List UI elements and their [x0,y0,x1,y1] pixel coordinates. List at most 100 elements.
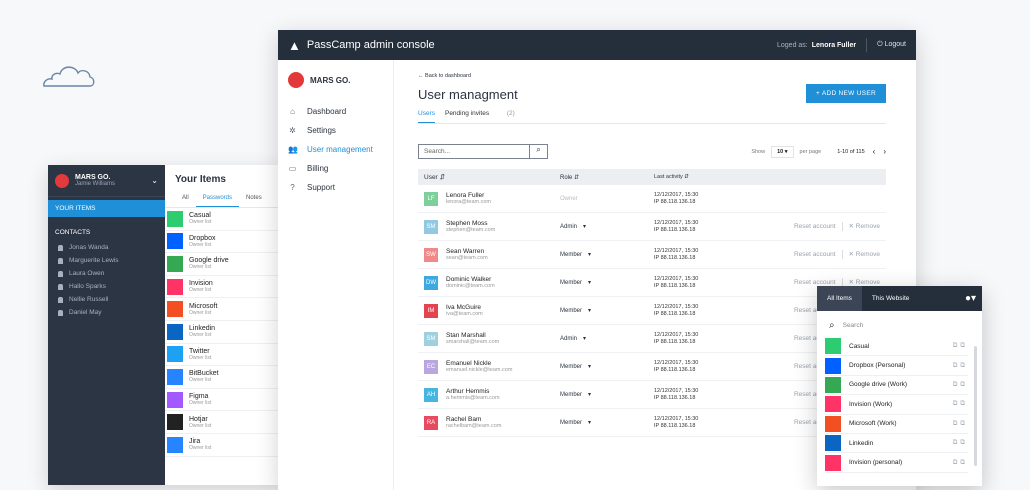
item-owner: Owner list [189,422,212,429]
console-sidebar: MARS GO. ⌂ Dashboard ✲ Settings 👥 User manage… [278,60,394,490]
caret-down-icon: ▾ [583,224,587,230]
contact-item[interactable]: Marguerite Lewis [48,254,165,267]
contact-item[interactable]: Hallo Sparks [48,280,165,293]
list-item[interactable]: Dropbox (Personal) ⧉⧉ [825,356,968,376]
contact-item[interactable]: Jonas Wanda [48,241,165,254]
copy-icons[interactable]: ⧉⧉ [953,420,968,428]
activity-cell: 12/12/2017, 15:30 IP 88.118.136.18 [654,276,784,290]
account-icon[interactable]: ●▾ [965,293,982,304]
contact-item[interactable]: Daniel May [48,306,165,319]
list-item[interactable]: Hotjar Owner list [165,411,283,434]
per-page-select[interactable]: 10 ▾ [771,145,794,158]
org-switcher[interactable]: MARS GO. Jamie Williams ⌄ [48,165,165,197]
user-text: Iva McGuire iva@team.com [446,304,483,317]
role-value: Member [560,308,583,314]
role-cell[interactable]: Member ▾ [560,363,654,370]
list-item[interactable]: Microsoft Owner list [165,298,283,321]
activity-ip: IP 88.118.136.18 [654,422,696,429]
list-item[interactable]: Invision (Work) ⧉⧉ [825,395,968,415]
list-item[interactable]: Invision Owner list [165,276,283,299]
per-page-value: 10 [777,148,784,155]
item-text: BitBucket Owner list [189,370,219,383]
microsoft-icon [167,301,183,318]
tab-all-items[interactable]: All Items [817,286,862,311]
tab-all[interactable]: All [175,191,196,207]
sidebar-item-your-items[interactable]: YOUR ITEMS [48,200,165,217]
activity-ip: IP 88.118.136.18 [654,226,696,233]
sidebar-item-support[interactable]: ? Support [278,178,393,197]
list-item[interactable]: Jira Owner list [165,434,283,457]
sidebar-item-dashboard[interactable]: ⌂ Dashboard [278,102,393,121]
search-input[interactable]: Search [843,322,864,329]
search-input[interactable]: Search... [418,144,530,159]
role-value: Owner [560,195,578,202]
column-last-activity[interactable]: Last activity ⇵ [654,174,784,181]
copy-icons[interactable]: ⧉⧉ [953,459,968,467]
logged-user-name: Lenora Fuller [811,41,857,49]
list-item[interactable]: Twitter Owner list [165,344,283,367]
tab-notes[interactable]: Notes [239,191,269,207]
power-icon: ⏻ [877,41,885,48]
list-item[interactable]: Google drive (Work) ⧉⧉ [825,376,968,396]
tab-users[interactable]: Users [418,107,435,123]
scrollbar[interactable] [974,346,977,466]
list-item[interactable]: Linkedin Owner list [165,321,283,344]
role-cell[interactable]: Member ▾ [560,419,654,426]
activity-cell: 12/12/2017, 15:30 IP 88.118.136.18 [654,192,784,206]
list-item[interactable]: Dropbox Owner list [165,231,283,254]
role-cell[interactable]: Admin ▾ [560,223,654,230]
copy-icons[interactable]: ⧉⧉ [953,362,968,370]
back-to-dashboard-link[interactable]: ← Back to dashboard [418,73,886,79]
copy-icons[interactable]: ⧉⧉ [953,439,968,447]
chevron-down-icon[interactable]: ⌄ [151,176,158,185]
copy-icons[interactable]: ⧉⧉ [953,342,968,350]
bitbucket-icon [167,368,183,385]
contact-item[interactable]: Laura Owen [48,267,165,280]
role-cell[interactable]: Member ▾ [560,391,654,398]
logout-button[interactable]: ⏻ Logout [877,41,906,49]
list-item[interactable]: Figma Owner list [165,389,283,412]
user-cell: SW Sean Warren sean@team.com [424,247,560,262]
sidebar-item-settings[interactable]: ✲ Settings [278,121,393,140]
tab-passwords[interactable]: Passwords [195,191,240,207]
extension-search[interactable]: ⌕ Search [817,311,982,337]
add-new-user-button[interactable]: + ADD NEW USER [805,84,886,103]
sidebar-item-user-management[interactable]: 👥 User management [278,140,393,159]
vault-main: Your Items All Passwords Notes Casual Own… [165,165,283,485]
sidebar-item-billing[interactable]: ▭ Billing [278,159,393,178]
table-row: IM Iva McGuire iva@team.com Member ▾ 12/12/20… [418,297,886,325]
list-item[interactable]: Google drive Owner list [165,253,283,276]
copy-icons[interactable]: ⧉⧉ [953,381,968,389]
item-owner: Owner list [189,332,212,339]
item-name: Invision (personal) [849,459,903,467]
reset-account-button[interactable]: Reset account [794,251,836,258]
tab-pending-invites[interactable]: Pending invites (2) [445,107,537,123]
next-page-button[interactable]: › [883,147,886,156]
twitter-icon [167,346,183,363]
list-item[interactable]: Casual ⧉⧉ [825,337,968,357]
remove-button[interactable]: ✕ Remove [849,223,880,230]
role-cell[interactable]: Member ▾ [560,279,654,286]
list-item[interactable]: Linkedin ⧉⧉ [825,434,968,454]
column-role[interactable]: Role ⇵ [560,174,654,181]
role-value: Member [560,364,583,370]
avatar: SW [424,247,438,262]
role-cell[interactable]: Admin ▾ [560,335,654,342]
remove-button[interactable]: ✕ Remove [849,251,880,258]
prev-page-button[interactable]: ‹ [873,147,876,156]
user-text: Lenora Fuller lenora@team.com [446,192,491,205]
invision-icon [825,454,841,471]
list-item[interactable]: Invision (personal) ⧉⧉ [825,453,968,473]
reset-account-button[interactable]: Reset account [794,223,836,230]
role-cell[interactable]: Member ▾ [560,307,654,314]
copy-icons[interactable]: ⧉⧉ [953,400,968,408]
list-item[interactable]: BitBucket Owner list [165,366,283,389]
role-cell[interactable]: Member ▾ [560,251,654,258]
search-button[interactable]: ⌕ [530,144,548,159]
list-item[interactable]: Casual Owner list [165,208,283,231]
column-user[interactable]: User ⇵ [424,173,560,181]
contact-item[interactable]: Nellie Russell [48,293,165,306]
tab-this-website[interactable]: This Website [862,295,919,302]
casual-icon [825,338,841,355]
list-item[interactable]: Microsoft (Work) ⧉⧉ [825,415,968,434]
